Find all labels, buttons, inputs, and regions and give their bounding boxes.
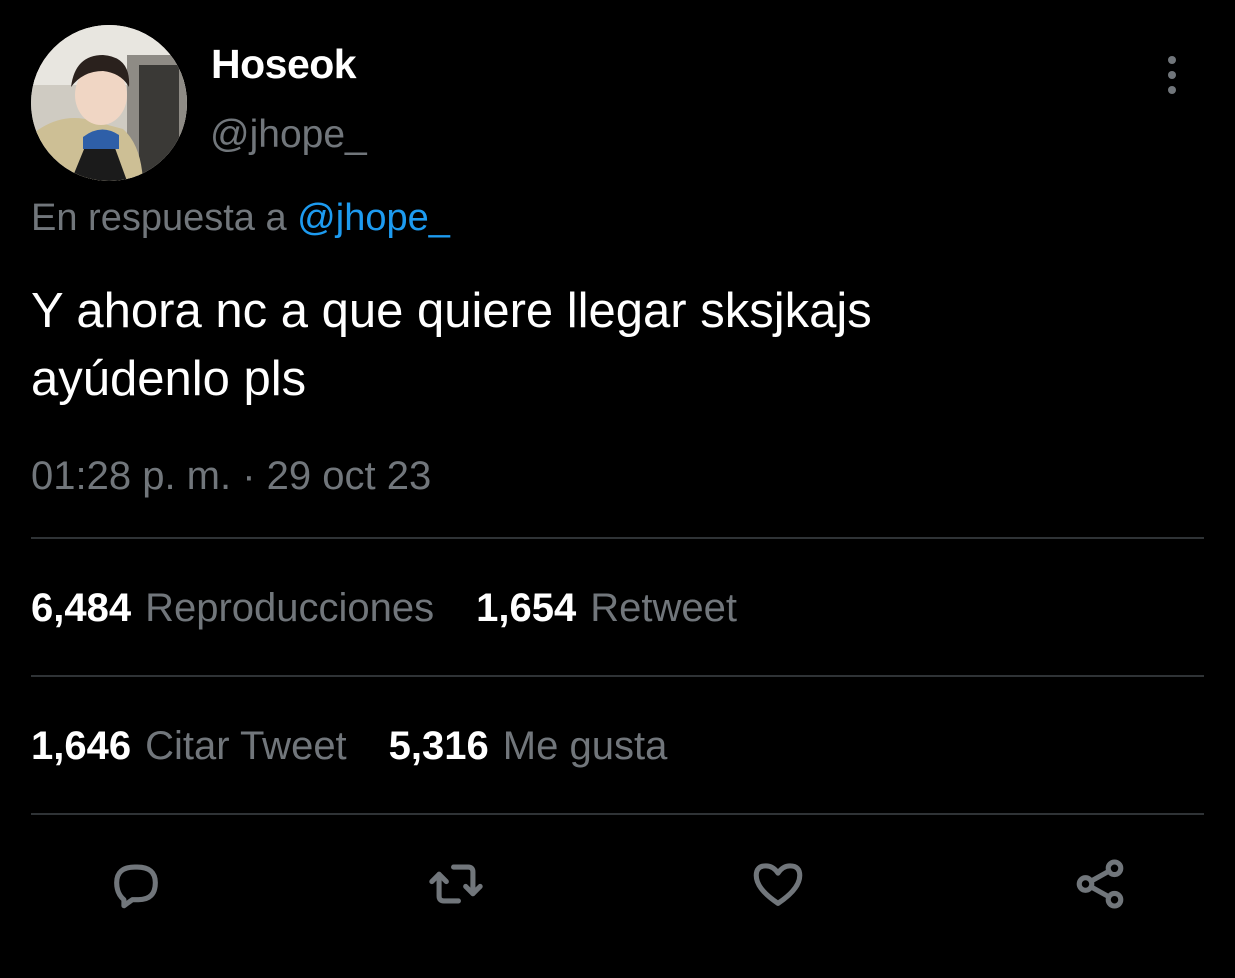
tweet-timestamp[interactable]: 01:28 p. m. · 29 oct 23 xyxy=(31,452,431,500)
retweets-stat[interactable]: 1,654 Retweet xyxy=(476,584,737,632)
reply-prefix: En respuesta a xyxy=(31,197,298,239)
reply-context: En respuesta a @jhope_ xyxy=(31,195,450,241)
divider xyxy=(31,675,1204,677)
likes-count: 5,316 xyxy=(388,724,489,768)
more-options-button[interactable] xyxy=(1150,50,1194,100)
retweets-count: 1,654 xyxy=(476,586,577,630)
views-count: 6,484 xyxy=(31,586,132,630)
views-stat[interactable]: 6,484 Reproducciones xyxy=(31,584,434,632)
quotes-stat[interactable]: 1,646 Citar Tweet xyxy=(31,722,347,770)
stats-row-2: 1,646 Citar Tweet 5,316 Me gusta xyxy=(31,722,709,770)
views-label: Reproducciones xyxy=(145,586,435,630)
tweet-detail: Hoseok @jhope_ En respuesta a @jhope_ Y … xyxy=(0,0,1235,978)
share-button[interactable] xyxy=(1070,854,1130,914)
divider xyxy=(31,813,1204,815)
retweets-label: Retweet xyxy=(590,586,738,630)
quotes-label: Citar Tweet xyxy=(145,724,347,768)
likes-stat[interactable]: 5,316 Me gusta xyxy=(389,722,668,770)
author-handle[interactable]: @jhope_ xyxy=(210,112,367,158)
author-display-name[interactable]: Hoseok xyxy=(211,40,357,88)
retweet-button[interactable] xyxy=(426,854,486,914)
avatar[interactable] xyxy=(31,25,187,181)
reply-button[interactable] xyxy=(106,854,166,914)
share-icon xyxy=(1076,859,1124,909)
like-button[interactable] xyxy=(748,854,808,914)
divider xyxy=(31,537,1204,539)
more-vertical-icon xyxy=(1168,56,1176,94)
tweet-text: Y ahora nc a que quiere llegar sksjkajs … xyxy=(31,277,1201,413)
tweet-text-line: Y ahora nc a que quiere llegar sksjkajs xyxy=(31,284,872,338)
avatar-image xyxy=(31,25,187,181)
tweet-text-line: ayúdenlo pls xyxy=(31,352,307,406)
stats-row-1: 6,484 Reproducciones 1,654 Retweet xyxy=(31,584,779,632)
likes-label: Me gusta xyxy=(502,724,668,768)
heart-icon xyxy=(753,863,803,906)
retweet-icon xyxy=(429,864,483,904)
quotes-count: 1,646 xyxy=(31,724,132,768)
reply-mention-link[interactable]: @jhope_ xyxy=(297,197,450,239)
reply-icon xyxy=(114,864,158,909)
